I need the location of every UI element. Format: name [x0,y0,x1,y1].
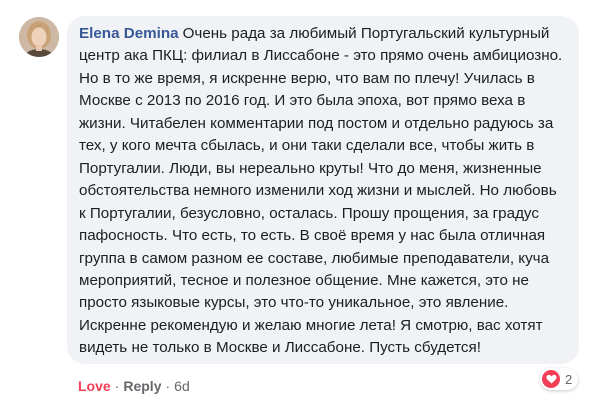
reply-button[interactable]: Reply [123,378,161,394]
comment-text: Очень рада за любимый Португальский куль… [79,25,563,357]
avatar-photo [19,17,59,57]
comment-actions: Love · Reply · 6d [78,378,190,394]
comment-body: Elena Demina Очень рада за любимый Португ… [79,23,567,360]
comment-bubble: Elena Demina Очень рада за любимый Португ… [67,16,579,364]
comment: Elena Demina Очень рада за любимый Португ… [0,0,610,404]
heart-icon [542,370,560,388]
reactions-summary[interactable]: 2 [540,368,579,390]
separator-dot: · [165,378,171,394]
separator-dot: · [114,378,120,394]
love-button[interactable]: Love [78,378,111,394]
avatar[interactable] [19,17,59,57]
reaction-count: 2 [565,371,573,387]
timestamp[interactable]: 6d [174,378,190,394]
author-name[interactable]: Elena Demina [79,25,179,42]
